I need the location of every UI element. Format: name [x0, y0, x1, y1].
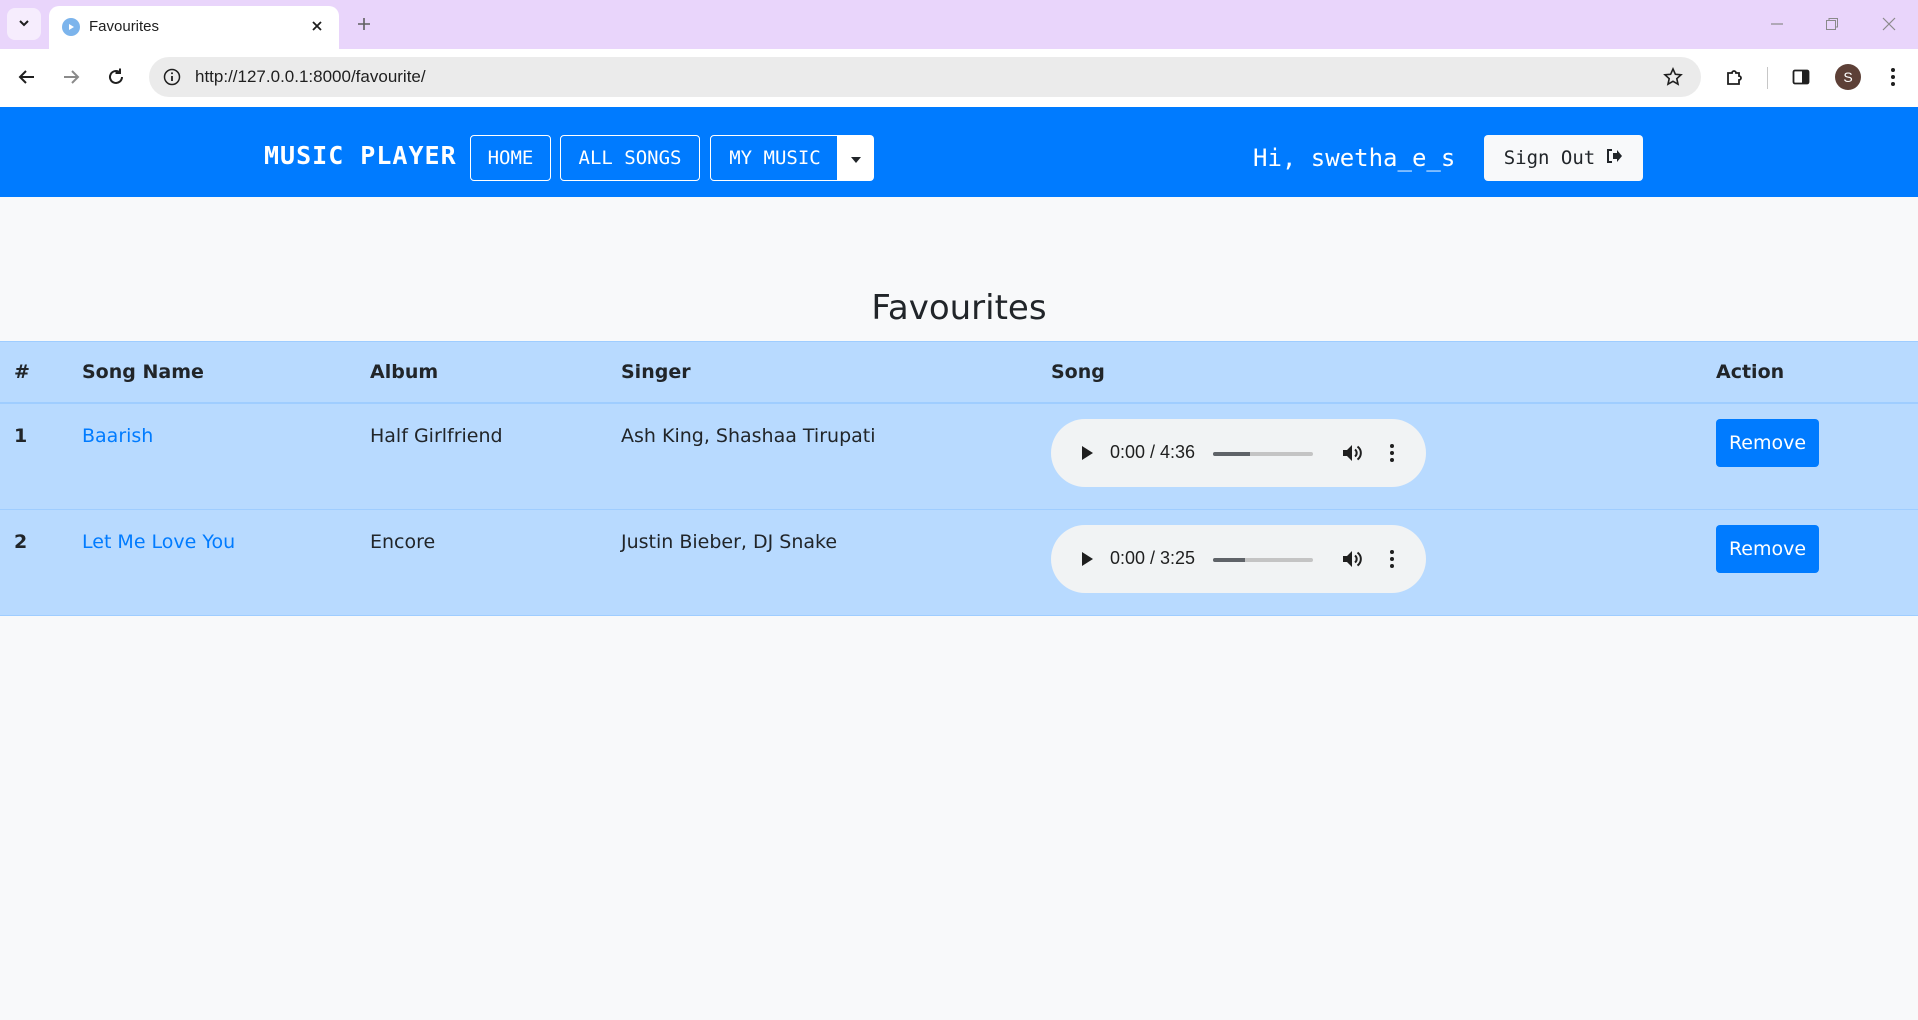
song-name-link[interactable]: Baarish	[82, 425, 153, 447]
brand-logo[interactable]: MUSIC PLAYER	[264, 141, 457, 170]
favourites-table: # Song Name Album Singer Song Action 1 B…	[0, 341, 1918, 616]
album-cell: Encore	[370, 531, 436, 553]
header-song-name: Song Name	[82, 361, 204, 383]
close-tab-icon[interactable]	[307, 16, 327, 36]
remove-button[interactable]: Remove	[1716, 525, 1819, 573]
profile-avatar[interactable]: S	[1835, 64, 1861, 90]
play-favicon-icon	[62, 18, 80, 36]
restore-window-icon[interactable]	[1817, 10, 1847, 38]
player-more-options-icon[interactable]	[1382, 440, 1402, 466]
caret-down-icon	[850, 149, 862, 168]
table-row: 1 Baarish Half Girlfriend Ash King, Shas…	[0, 404, 1918, 510]
browser-tab[interactable]: Favourites	[49, 6, 339, 49]
my-music-dropdown-toggle[interactable]	[837, 135, 874, 181]
site-navbar: MUSIC PLAYER HOME ALL SONGS MY MUSIC Hi,…	[0, 107, 1918, 197]
user-greeting: Hi, swetha_e_s	[1253, 144, 1456, 172]
header-singer: Singer	[621, 361, 691, 383]
header-action: Action	[1716, 361, 1785, 383]
audio-player: 0:00 / 4:36	[1051, 419, 1426, 487]
reload-icon[interactable]	[101, 62, 131, 92]
header-album: Album	[370, 361, 439, 383]
row-number: 1	[14, 425, 28, 447]
table-row: 2 Let Me Love You Encore Justin Bieber, …	[0, 510, 1918, 616]
new-tab-plus-icon[interactable]	[352, 12, 376, 36]
side-panel-icon[interactable]	[1786, 62, 1816, 92]
chevron-down-icon	[17, 15, 31, 34]
playback-time: 0:00 / 4:36	[1110, 442, 1196, 462]
tab-title: Favourites	[89, 18, 160, 35]
browser-menu-kebab-icon[interactable]	[1878, 62, 1908, 92]
sign-out-button[interactable]: Sign Out	[1484, 135, 1643, 181]
album-cell: Half Girlfriend	[370, 425, 503, 447]
address-bar[interactable]: http://127.0.0.1:8000/favourite/	[149, 57, 1701, 97]
volume-icon[interactable]	[1339, 546, 1365, 572]
row-number: 2	[14, 531, 28, 553]
playback-time: 0:00 / 3:25	[1110, 548, 1196, 568]
sign-out-icon	[1605, 147, 1623, 169]
minimize-window-icon[interactable]	[1762, 10, 1792, 38]
all-songs-button[interactable]: ALL SONGS	[560, 135, 700, 181]
extensions-puzzle-icon[interactable]	[1720, 62, 1750, 92]
singer-cell: Ash King, Shashaa Tirupati	[621, 425, 876, 447]
sign-out-label: Sign Out	[1503, 147, 1596, 169]
forward-arrow-icon[interactable]	[56, 62, 86, 92]
seek-slider[interactable]	[1213, 558, 1313, 562]
play-icon[interactable]	[1075, 547, 1099, 571]
volume-icon[interactable]	[1339, 440, 1365, 466]
back-arrow-icon[interactable]	[12, 62, 42, 92]
browser-tab-strip: Favourites	[0, 0, 1918, 49]
tab-search-button[interactable]	[7, 8, 41, 40]
singer-cell: Justin Bieber, DJ Snake	[621, 531, 838, 553]
url-text: http://127.0.0.1:8000/favourite/	[195, 67, 426, 86]
remove-button[interactable]: Remove	[1716, 419, 1819, 467]
seek-slider[interactable]	[1213, 452, 1313, 456]
audio-player: 0:00 / 3:25	[1051, 525, 1426, 593]
my-music-button[interactable]: MY MUSIC	[710, 135, 840, 181]
close-window-icon[interactable]	[1874, 10, 1904, 38]
song-name-link[interactable]: Let Me Love You	[82, 531, 235, 553]
browser-toolbar: http://127.0.0.1:8000/favourite/ S	[0, 49, 1918, 107]
play-icon[interactable]	[1075, 441, 1099, 465]
table-header: # Song Name Album Singer Song Action	[0, 341, 1918, 404]
toolbar-divider	[1767, 67, 1768, 89]
seek-slider-fill	[1213, 558, 1245, 562]
page-title: Favourites	[871, 288, 1047, 328]
bookmark-star-icon[interactable]	[1661, 65, 1685, 89]
home-button[interactable]: HOME	[470, 135, 551, 181]
header-number: #	[14, 361, 30, 383]
seek-slider-fill	[1213, 452, 1250, 456]
player-more-options-icon[interactable]	[1382, 546, 1402, 572]
header-song: Song	[1051, 361, 1105, 383]
site-info-icon[interactable]	[161, 66, 183, 88]
